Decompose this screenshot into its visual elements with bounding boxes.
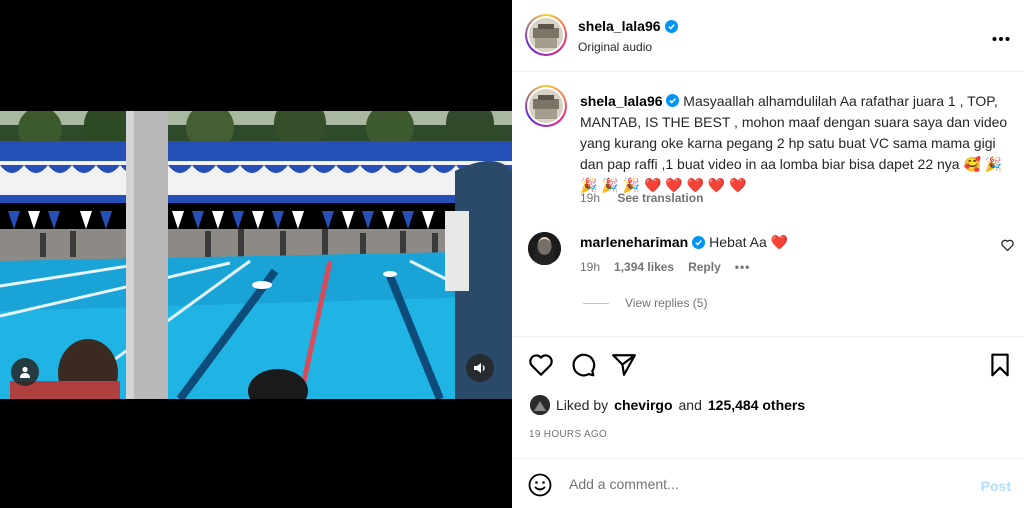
comment-like-button[interactable] (1001, 238, 1014, 256)
avatar-image (529, 89, 563, 123)
comment-input[interactable] (569, 473, 949, 495)
author-username[interactable]: shela_lala96 (578, 18, 661, 34)
reply-button[interactable]: Reply (688, 260, 721, 274)
comment-text-row: marlenehariman Hebat Aa ❤️ (580, 233, 788, 251)
caption-section: shela_lala96 Masyaallah alhamdulilah Aa … (512, 72, 1024, 336)
post-side-panel: shela_lala96 Original audio shela_lala96… (512, 0, 1024, 508)
add-comment-bar: Post (512, 458, 1024, 508)
avatar-image (529, 18, 563, 52)
audio-toggle-button[interactable] (466, 354, 494, 382)
caption-meta: 19h See translation (580, 191, 717, 205)
tagged-user-button[interactable] (11, 358, 39, 386)
speaker-icon (474, 363, 485, 373)
replies-divider (583, 302, 609, 304)
caption-text-block: shela_lala96 Masyaallah alhamdulilah Aa … (580, 91, 1010, 196)
post-actions: Liked by chevirgo and 125,484 others 19 … (512, 336, 1024, 458)
comment-button[interactable] (570, 352, 596, 378)
commenter-avatar[interactable] (528, 232, 561, 265)
audio-label[interactable]: Original audio (578, 40, 652, 54)
post-header: shela_lala96 Original audio (512, 0, 1024, 72)
more-options-button[interactable] (992, 26, 1010, 47)
author-username-row[interactable]: shela_lala96 (578, 18, 678, 34)
liked-by-row: Liked by chevirgo and 125,484 others (530, 395, 805, 415)
view-replies-button[interactable]: View replies (5) (583, 296, 707, 310)
comment-more-button[interactable]: ••• (735, 260, 751, 274)
emoji-smiley-icon (528, 473, 552, 497)
caption-username[interactable]: shela_lala96 (580, 93, 663, 109)
emoji-picker-button[interactable] (528, 473, 552, 502)
liked-by-prefix: Liked by (556, 397, 609, 413)
post-comment-button[interactable]: Post (981, 478, 1011, 494)
avatar-image (530, 395, 550, 415)
avatar-image (528, 232, 561, 265)
heart-outline-icon (1001, 239, 1014, 252)
send-paper-plane-icon (612, 354, 636, 376)
comment-bubble-icon (572, 353, 596, 377)
video-player[interactable] (0, 111, 512, 399)
video-frame (0, 111, 512, 399)
comment-meta: 19h 1,394 likes Reply ••• (580, 260, 750, 274)
comment-likes[interactable]: 1,394 likes (614, 260, 674, 274)
save-button[interactable] (987, 352, 1013, 378)
like-button[interactable] (528, 352, 554, 378)
see-translation-button[interactable]: See translation (617, 191, 703, 205)
more-horizontal-icon (992, 37, 1010, 41)
comment-age[interactable]: 19h (580, 260, 600, 274)
share-button[interactable] (611, 352, 637, 378)
commenter-username[interactable]: marlenehariman (580, 233, 688, 251)
author-avatar[interactable] (525, 14, 567, 56)
caption-age[interactable]: 19h (580, 191, 600, 205)
view-replies-label[interactable]: View replies (5) (625, 296, 707, 310)
user-icon (20, 366, 30, 378)
liked-by-and: and (678, 397, 702, 413)
bookmark-icon (991, 353, 1009, 377)
heart-outline-icon (529, 354, 553, 376)
caption-author-avatar[interactable] (525, 85, 567, 127)
post-timestamp[interactable]: 19 HOURS AGO (529, 429, 607, 440)
verified-badge-icon (692, 235, 706, 249)
comment-item: marlenehariman Hebat Aa ❤️ 19h 1,394 lik… (512, 232, 1024, 332)
media-pane (0, 0, 512, 508)
liked-by-user[interactable]: chevirgo (614, 397, 672, 413)
verified-badge-icon (666, 94, 680, 107)
comment-body: Hebat Aa (709, 234, 767, 250)
verified-badge-icon (664, 19, 678, 33)
liker-avatar[interactable] (530, 395, 550, 415)
comment-emoji: ❤️ (770, 234, 789, 250)
likes-count[interactable]: 125,484 others (708, 397, 805, 413)
